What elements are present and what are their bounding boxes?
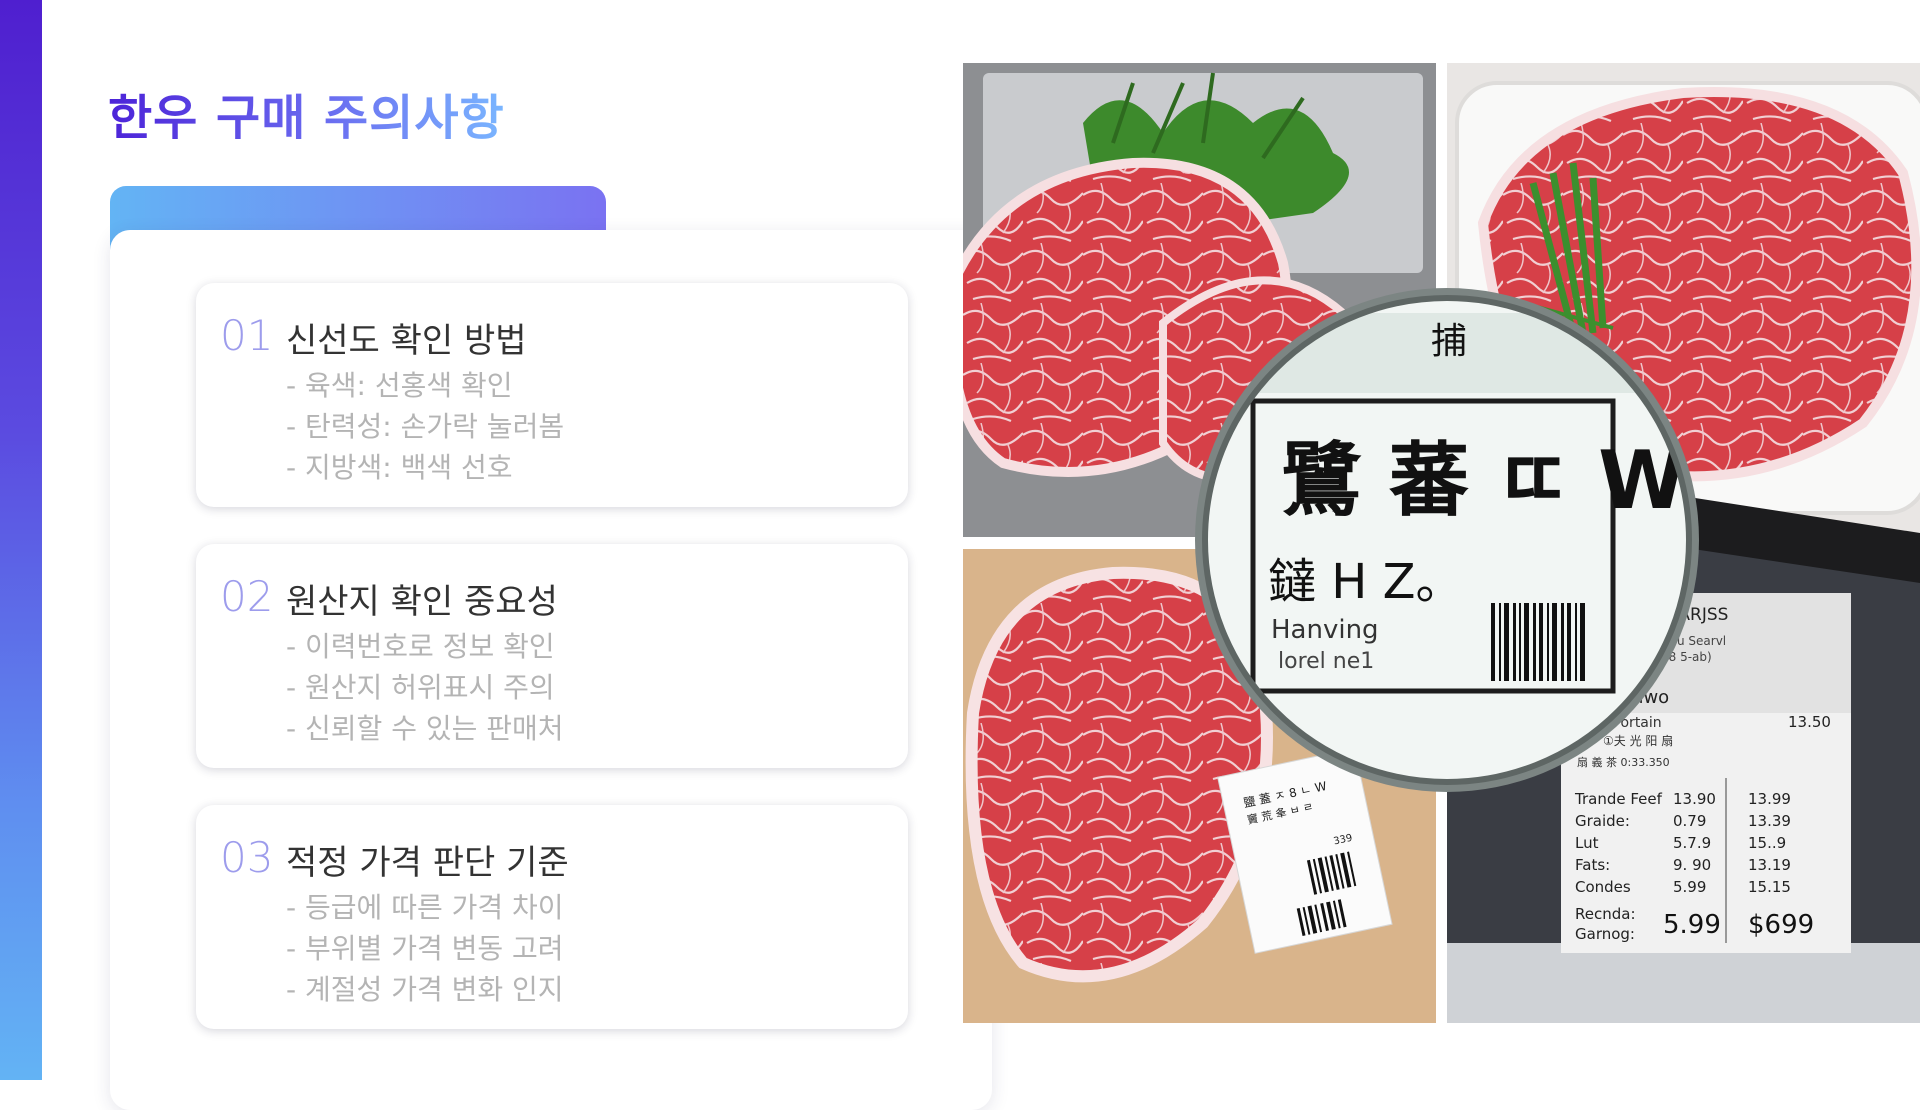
tip-card-price: 03 적정 가격 판단 기준 등급에 따른 가격 차이 부위별 가격 변동 고려… — [196, 805, 908, 1029]
tip-title: 적정 가격 판단 기준 — [286, 843, 569, 883]
tip-card-freshness: 01 신선도 확인 방법 육색: 선홍색 확인 탄력성: 손가락 눌러봄 지방색… — [196, 283, 908, 507]
price-row-label: Graide: — [1575, 812, 1630, 830]
tip-number: 01 — [220, 311, 274, 360]
tip-line: 이력번호로 정보 확인 — [286, 626, 564, 667]
price-row-a: 13.90 — [1673, 790, 1716, 808]
tip-number: 03 — [220, 833, 274, 882]
tip-title: 원산지 확인 중요성 — [286, 582, 558, 622]
tip-line: 신뢰할 수 있는 판매처 — [286, 708, 564, 749]
lens-label-1: Hanving — [1271, 615, 1379, 645]
price-big-a: 5.99 — [1663, 910, 1721, 940]
price-row-a: 0.79 — [1673, 812, 1706, 830]
tip-line: 원산지 허위표시 주의 — [286, 667, 564, 708]
price-line-2: ①夫 光 阳 扇 — [1603, 733, 1673, 748]
tip-line: 탄력성: 손가락 눌러봄 — [286, 406, 564, 447]
tip-line: 등급에 따른 가격 차이 — [286, 887, 564, 928]
price-row-b: 13.99 — [1748, 790, 1791, 808]
price-line-3: 扇 義 茶 0:33.350 — [1577, 755, 1670, 769]
price-row-b: 13.39 — [1748, 812, 1791, 830]
tip-title: 신선도 확인 방법 — [286, 321, 527, 361]
price-row-b: 15.15 — [1748, 878, 1791, 896]
tip-lines: 이력번호로 정보 확인 원산지 허위표시 주의 신뢰할 수 있는 판매처 — [286, 626, 564, 749]
price-row-label: Condes — [1575, 878, 1631, 896]
tip-lines: 등급에 따른 가격 차이 부위별 가격 변동 고려 계절성 가격 변화 인지 — [286, 887, 564, 1010]
tip-line: 육색: 선홍색 확인 — [286, 365, 564, 406]
lens-main-text: 鷺 蕃 ㄸ W — [1281, 434, 1686, 527]
price-row-a: 5.7.9 — [1673, 834, 1711, 852]
price-foot-2: Garnog: — [1575, 925, 1635, 943]
price-row-label: Fats: — [1575, 856, 1610, 874]
lens-sub-text: 鐽 H Z。 — [1268, 554, 1464, 610]
photo-collage-svg: 鹽 蓋 ㅈ 8 ㄴ W 竇 荒 夆 ㅂ ㄹ 339 紫NTE PARJSS 윤 … — [963, 63, 1920, 1023]
accent-sidebar — [0, 0, 42, 1080]
tip-card-origin: 02 원산지 확인 중요성 이력번호로 정보 확인 원산지 허위표시 주의 신뢰… — [196, 544, 908, 768]
price-line-1-value: 13.50 — [1788, 713, 1831, 731]
tip-line: 지방색: 백색 선호 — [286, 447, 564, 488]
price-row-label: Lut — [1575, 834, 1599, 852]
page-title: 한우 구매 주의사항 — [108, 78, 505, 148]
tip-lines: 육색: 선홍색 확인 탄력성: 손가락 눌러봄 지방색: 백색 선호 — [286, 365, 564, 488]
tip-line: 계절성 가격 변화 인지 — [286, 969, 564, 1010]
price-foot-1: Recnda: — [1575, 905, 1636, 923]
price-row-label: Trande Feef — [1574, 790, 1663, 808]
tip-number: 02 — [220, 572, 274, 621]
tip-line: 부위별 가격 변동 고려 — [286, 928, 564, 969]
price-row-a: 5.99 — [1673, 878, 1706, 896]
lens-label-2: lorel ne1 — [1278, 649, 1374, 674]
lens-top-text: 捕 — [1431, 321, 1467, 362]
price-row-b: 13.19 — [1748, 856, 1791, 874]
price-row-b: 15..9 — [1748, 834, 1786, 852]
price-big-b: $699 — [1748, 910, 1814, 940]
hanwoo-photo-collage: 鹽 蓋 ㅈ 8 ㄴ W 竇 荒 夆 ㅂ ㄹ 339 紫NTE PARJSS 윤 … — [963, 63, 1920, 1023]
price-row-a: 9. 90 — [1673, 856, 1711, 874]
